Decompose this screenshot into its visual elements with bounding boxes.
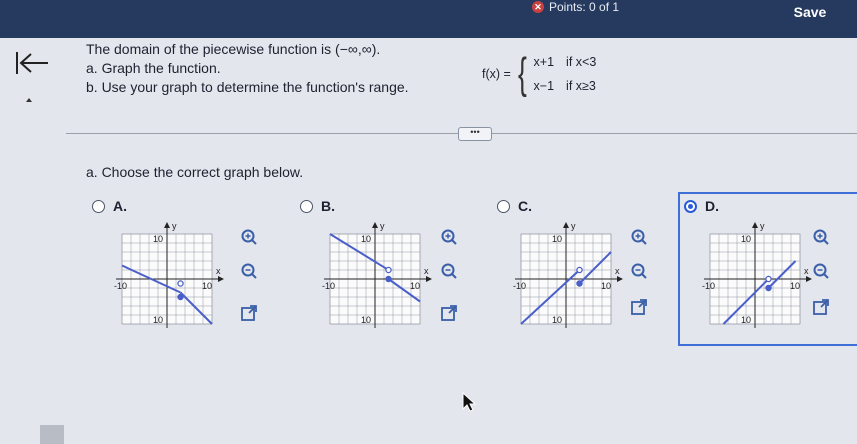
points-indicator: ✕ Points: 0 of 1 [532,0,619,14]
x-axis-arrow [617,276,623,282]
closed-point [576,280,583,287]
y-min-label: 10 [552,315,562,325]
x-max-label: 10 [410,281,420,291]
radio-a[interactable] [92,199,105,213]
mouse-cursor-icon [462,392,476,412]
popout-icon[interactable] [630,298,648,316]
more-button[interactable]: ••• [458,127,492,141]
zoom-out-icon[interactable] [630,262,648,280]
back-arrow-icon[interactable] [14,50,50,76]
closed-point [385,275,392,283]
option-c-label: C. [518,198,532,214]
x-axis-label: x [615,266,620,276]
x-axis-label: x [804,266,809,276]
graph-b: y x 10 10 -10 10 [322,221,432,328]
zoom-out-icon[interactable] [440,262,458,280]
x-circle-icon: ✕ [532,1,544,13]
x-axis-label: x [216,266,221,276]
graph-d: y x 10 10 -10 10 [702,221,812,328]
caret-up-icon [26,98,32,102]
open-point [177,280,184,287]
case-1: x+1 if x<3 [534,50,597,74]
zoom-in-icon[interactable] [440,228,458,246]
y-axis-label: y [172,221,177,231]
question-intro: The domain of the piecewise function is … [86,41,381,57]
zoom-out-icon[interactable] [240,262,258,280]
y-axis-arrow [752,222,758,228]
option-c[interactable]: C. [497,198,532,214]
case-1-expr: x+1 [533,55,555,69]
question-part-a: a. Graph the function. [86,60,221,76]
y-min-label: 10 [361,315,371,325]
zoom-in-icon[interactable] [240,228,258,246]
closed-point [177,293,184,301]
x-axis-arrow [426,276,432,282]
question-text: The domain of the piecewise function is … [86,40,409,97]
function-name: f(x) = [482,67,511,81]
y-axis-arrow [164,222,170,228]
option-b[interactable]: B. [300,198,335,214]
x-min-label: -10 [322,281,335,291]
option-a-label: A. [113,198,127,214]
graph-a: y x 10 10 -10 10 [114,221,224,328]
y-axis-arrow [563,222,569,228]
x-min-label: -10 [702,281,715,291]
points-label: Points: 0 of 1 [549,0,620,14]
open-point [576,266,583,274]
zoom-out-icon[interactable] [812,262,830,280]
y-max-label: 10 [153,234,163,244]
save-button[interactable]: Save [770,0,850,24]
popout-icon[interactable] [240,304,258,322]
popout-icon[interactable] [440,304,458,322]
case-2: x−1 if x≥3 [534,74,597,98]
x-min-label: -10 [114,281,127,291]
case-2-cond: if x≥3 [566,79,596,93]
option-a[interactable]: A. [92,198,127,214]
zoom-in-icon[interactable] [630,228,648,246]
piecewise-function: f(x) = { x+1 if x<3 x−1 if x≥3 [482,50,596,98]
y-max-label: 10 [361,234,371,244]
option-b-label: B. [321,198,335,214]
y-min-label: 10 [153,315,163,325]
x-max-label: 10 [202,281,212,291]
function-cases: x+1 if x<3 x−1 if x≥3 [534,50,597,98]
y-max-label: 10 [552,234,562,244]
zoom-in-icon[interactable] [812,228,830,246]
top-bar [0,0,857,38]
x-max-label: 10 [601,281,611,291]
closed-point [765,284,772,292]
radio-b[interactable] [300,199,313,213]
open-point [385,266,392,274]
case-1-cond: if x<3 [566,55,597,69]
graph-c: y x 10 10 -10 10 [513,221,623,328]
open-point [765,275,772,283]
y-axis-label: y [380,221,385,231]
option-d[interactable]: D. [684,198,719,214]
radio-d[interactable] [684,199,697,213]
x-axis-arrow [218,276,224,282]
y-axis-label: y [760,221,765,231]
y-axis-label: y [571,221,576,231]
y-max-label: 10 [741,234,751,244]
left-edge-block [40,425,64,444]
y-axis-arrow [372,222,378,228]
x-axis-label: x [424,266,429,276]
option-d-label: D. [705,198,719,214]
popout-icon[interactable] [812,298,830,316]
case-2-expr: x−1 [533,79,555,93]
y-min-label: 10 [741,315,751,325]
sub-question: a. Choose the correct graph below. [86,164,304,180]
x-max-label: 10 [790,281,800,291]
brace-icon: { [517,49,527,98]
radio-c[interactable] [497,199,510,213]
x-min-label: -10 [513,281,526,291]
question-part-b: b. Use your graph to determine the funct… [86,79,409,95]
